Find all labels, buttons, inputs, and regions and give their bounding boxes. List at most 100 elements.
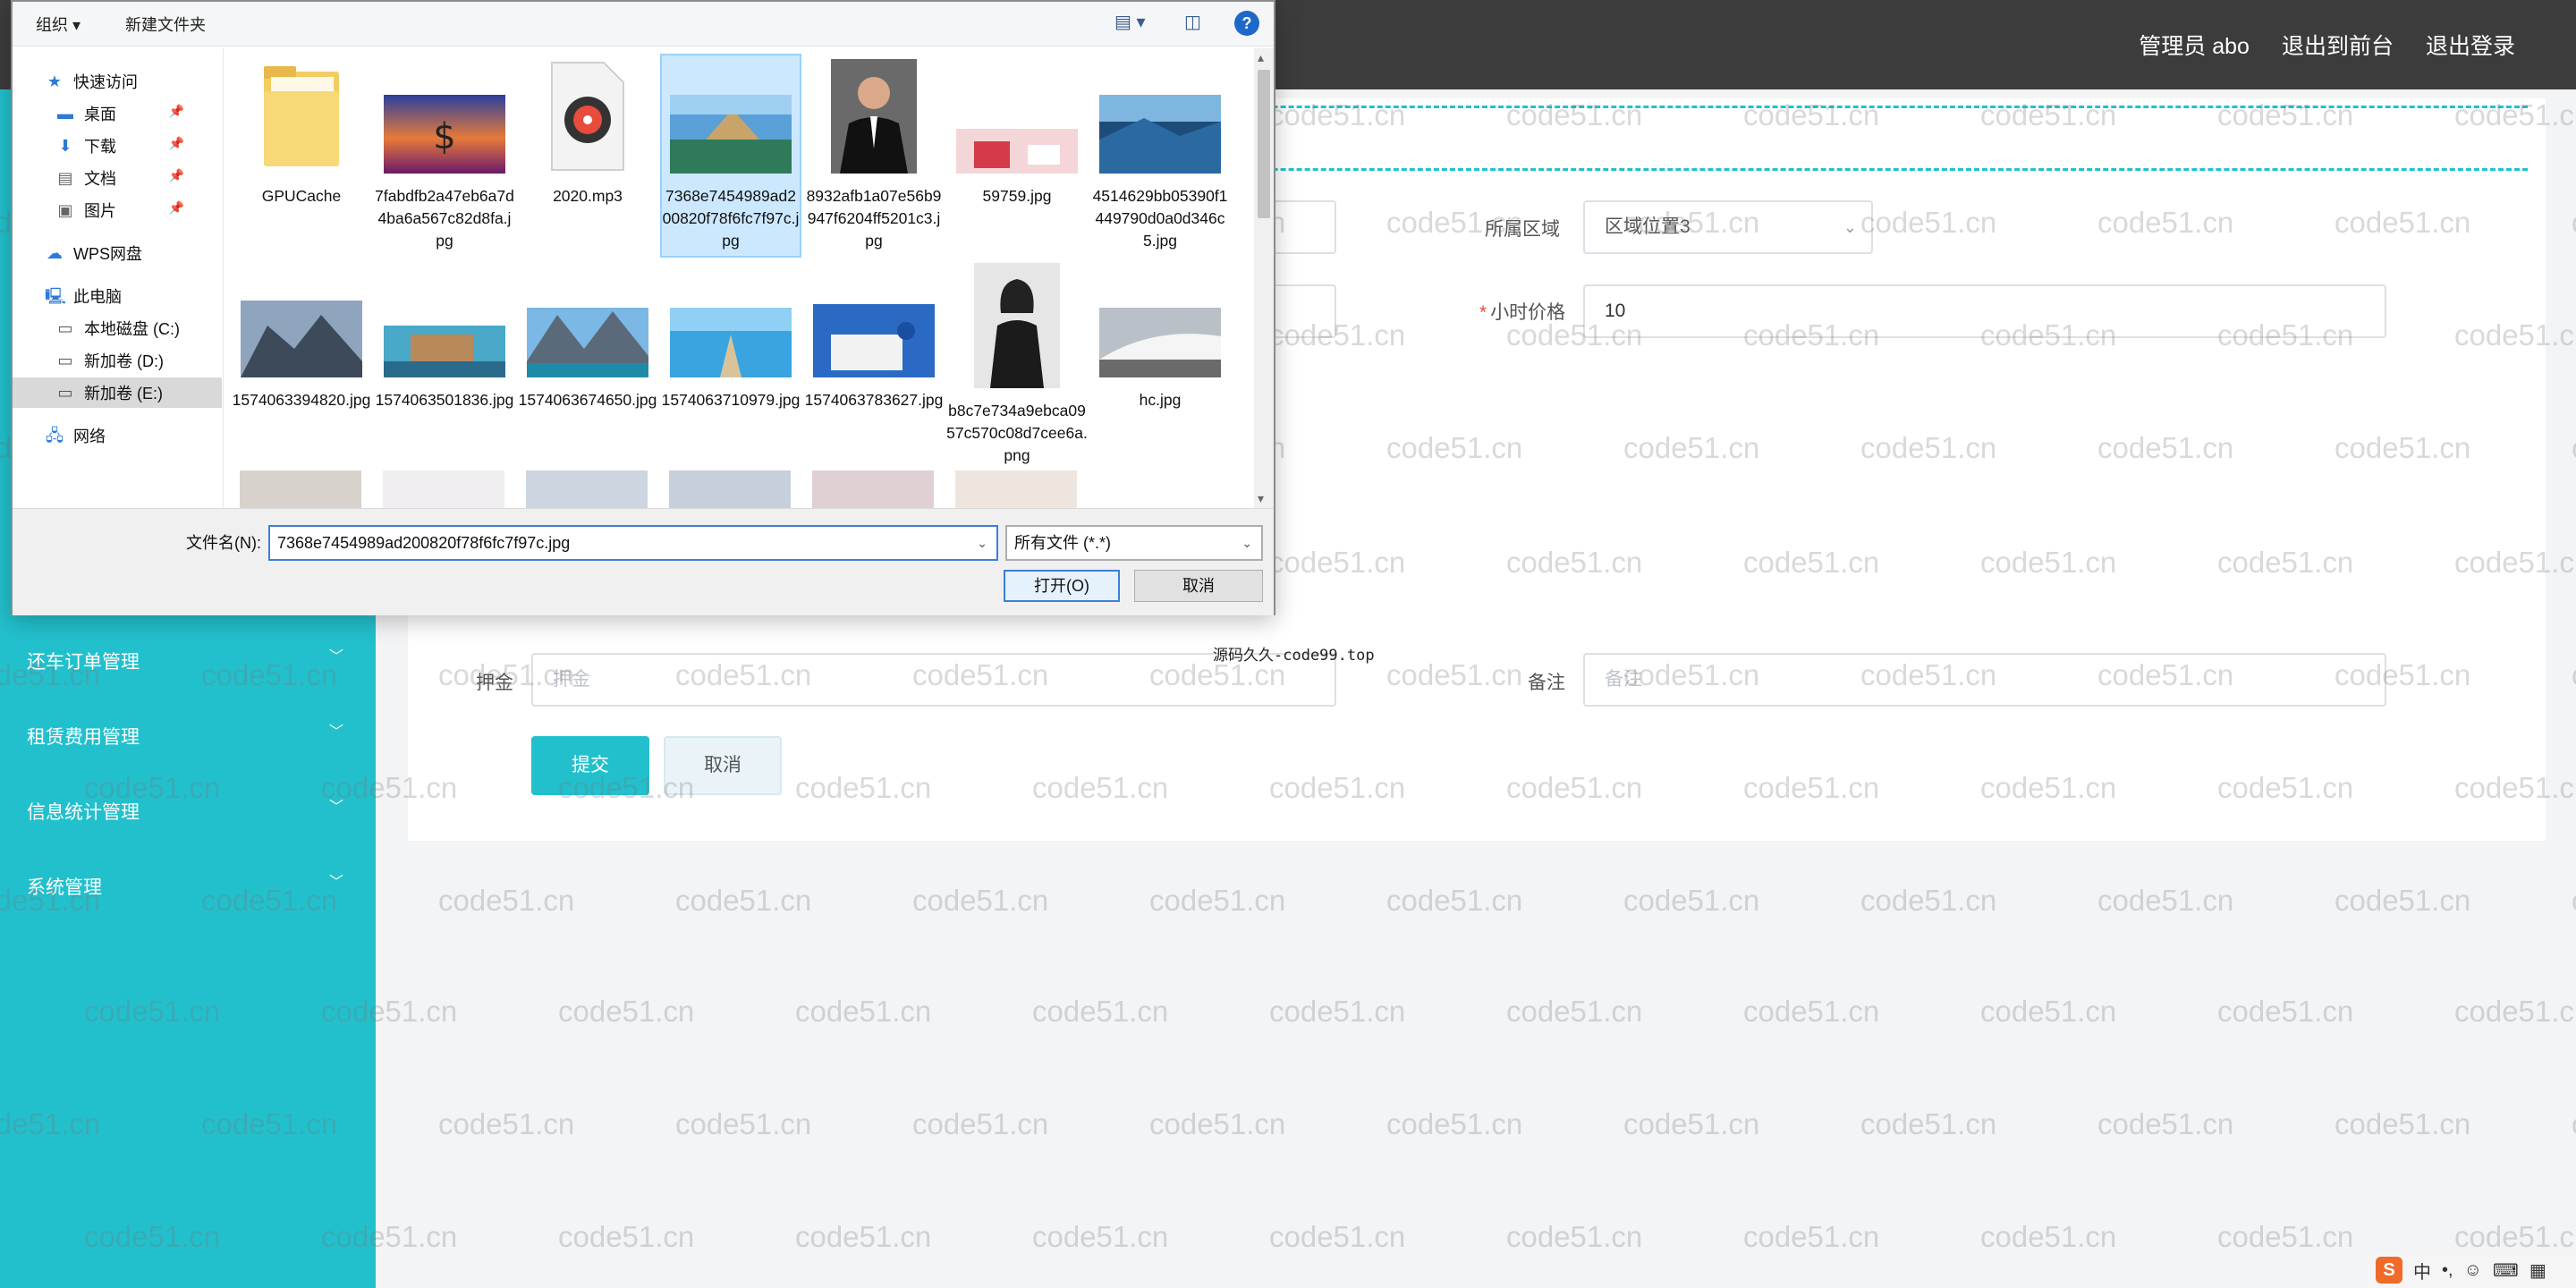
required-mark: * bbox=[1479, 302, 1487, 323]
exit-to-frontend-link[interactable]: 退出到前台 bbox=[2282, 29, 2394, 61]
nav-drive-c[interactable]: ▭ 本地磁盘 (C:) bbox=[55, 313, 180, 343]
image-thumbnail[interactable] bbox=[383, 470, 504, 508]
picture-icon: ▣ bbox=[57, 201, 73, 219]
file-item[interactable]: 59759.jpg bbox=[946, 59, 1088, 208]
sidebar-item-rental-fees[interactable]: 租赁费用管理 ﹀ bbox=[0, 699, 376, 775]
file-list-scrollbar[interactable]: ▴ ▾ bbox=[1254, 48, 1274, 508]
watermark-text: code51.cn bbox=[1506, 995, 1643, 1028]
filetype-select[interactable]: 所有文件 (*.*) ⌄ bbox=[1005, 525, 1263, 561]
watermark-text: code51.cn bbox=[912, 1107, 1049, 1140]
nav-documents[interactable]: ▤ 文档 📌 bbox=[55, 163, 184, 193]
file-item[interactable]: 1574063674650.jpg bbox=[517, 263, 658, 411]
watermark-text: code51.cn bbox=[2572, 1107, 2576, 1141]
grid-icon[interactable]: ▦ bbox=[2529, 1259, 2546, 1282]
sidebar-item-return-orders[interactable]: 还车订单管理 ﹀ bbox=[0, 624, 376, 699]
file-name: 1574063501836.jpg bbox=[375, 391, 514, 409]
filename-label: 文件名(N): bbox=[186, 534, 261, 552]
nav-drive-e[interactable]: ▭ 新加卷 (E:) bbox=[13, 377, 222, 408]
file-item[interactable]: GPUCache bbox=[231, 59, 372, 208]
file-item[interactable]: 1574063501836.jpg bbox=[374, 263, 515, 411]
dialog-cancel-button[interactable]: 取消 bbox=[1134, 570, 1263, 602]
image-thumbnail: $ bbox=[384, 95, 505, 174]
watermark-text: code51.cn bbox=[675, 1107, 812, 1140]
topbar-nav: 管理员 abo 退出到前台 退出登录 bbox=[2139, 29, 2515, 61]
nav-wps-cloud[interactable]: ☁ WPS网盘 bbox=[45, 238, 142, 268]
image-thumbnail bbox=[384, 326, 505, 377]
remark-label: 备注 bbox=[1528, 673, 1565, 693]
watermark-text: code51.cn bbox=[1386, 884, 1523, 917]
dialog-toolbar: 组织 ▾ 新建文件夹 ▤ ▾ ◫ ? bbox=[13, 2, 1274, 47]
emoji-icon[interactable]: ☺ bbox=[2464, 1260, 2482, 1281]
image-thumbnail[interactable] bbox=[669, 470, 791, 508]
file-name: 59759.jpg bbox=[982, 187, 1052, 205]
organize-button[interactable]: 组织 ▾ bbox=[36, 13, 80, 36]
nav-downloads[interactable]: ⬇ 下载 📌 bbox=[55, 131, 184, 161]
region-select-value: 区域位置3 bbox=[1605, 216, 1690, 237]
nav-this-pc[interactable]: 🖳 此电脑 bbox=[45, 281, 122, 311]
cancel-button[interactable]: 取消 bbox=[664, 736, 782, 795]
filename-input[interactable]: 7368e7454989ad200820f78f6fc7f97c.jpg ⌄ bbox=[268, 525, 998, 561]
submit-button[interactable]: 提交 bbox=[531, 736, 649, 795]
view-options-icon[interactable]: ▤ ▾ bbox=[1114, 11, 1146, 33]
image-thumbnail[interactable] bbox=[812, 470, 934, 508]
new-folder-button[interactable]: 新建文件夹 bbox=[125, 13, 206, 36]
remark-input[interactable]: 备注 bbox=[1583, 653, 2386, 707]
logout-link[interactable]: 退出登录 bbox=[2426, 29, 2515, 61]
file-item[interactable]: 8932afb1a07e56b9947f6204ff5201c3.jpg bbox=[803, 59, 945, 252]
open-button[interactable]: 打开(O) bbox=[1004, 570, 1120, 602]
watermark-text: code51.cn bbox=[2217, 995, 2354, 1028]
image-thumbnail[interactable] bbox=[240, 470, 361, 508]
ime-punctuation[interactable]: •, bbox=[2442, 1260, 2453, 1281]
watermark-text: code51.cn bbox=[1269, 995, 1406, 1028]
file-item[interactable]: $ 7fabdfb2a47eb6a7d4ba6a567c82d8fa.jpg bbox=[374, 59, 515, 252]
watermark-text: code51.cn bbox=[675, 884, 812, 917]
image-thumbnail[interactable] bbox=[955, 470, 1077, 508]
chevron-down-icon: ﹀ bbox=[328, 724, 343, 740]
preview-pane-icon[interactable]: ◫ bbox=[1184, 11, 1201, 33]
watermark-text: code51.cn bbox=[2454, 995, 2576, 1028]
dialog-footer: 文件名(N): 7368e7454989ad200820f78f6fc7f97c… bbox=[13, 508, 1274, 615]
sidebar-item-statistics[interactable]: 信息统计管理 ﹀ bbox=[0, 775, 376, 850]
nav-desktop[interactable]: ▬ 桌面 📌 bbox=[55, 98, 184, 129]
help-icon[interactable]: ? bbox=[1234, 11, 1259, 36]
pin-icon: 📌 bbox=[168, 168, 184, 182]
nav-network[interactable]: 🖧 网络 bbox=[45, 420, 106, 451]
watermark-text: code51.cn bbox=[1386, 1107, 1523, 1140]
sidebar-item-label: 租赁费用管理 bbox=[27, 727, 140, 748]
file-item[interactable]: 2020.mp3 bbox=[517, 59, 658, 208]
watermark-text: code51.cn bbox=[1860, 884, 1997, 917]
scroll-up-icon[interactable]: ▴ bbox=[1258, 50, 1264, 65]
image-thumbnail bbox=[527, 308, 648, 377]
file-item[interactable]: b8c7e734a9ebca0957c570c08d7cee6a.png bbox=[946, 263, 1088, 467]
scroll-down-icon[interactable]: ▾ bbox=[1258, 491, 1264, 506]
file-name: 4514629bb05390f1449790d0a0d346c5.jpg bbox=[1092, 187, 1228, 250]
network-icon: 🖧 bbox=[45, 427, 64, 445]
watermark-text: code51.cn bbox=[1149, 884, 1286, 917]
file-item-selected[interactable]: 7368e7454989ad200820f78f6fc7f97c.jpg bbox=[660, 54, 801, 258]
hourly-price-input[interactable]: 10 bbox=[1583, 284, 2386, 338]
document-icon: ▤ bbox=[57, 169, 73, 187]
file-item[interactable]: 1574063783627.jpg bbox=[803, 263, 945, 411]
sogou-ime-icon[interactable]: S bbox=[2376, 1257, 2402, 1284]
sidebar-item-system[interactable]: 系统管理 ﹀ bbox=[0, 850, 376, 925]
svg-text:$: $ bbox=[433, 116, 455, 157]
image-thumbnail[interactable] bbox=[526, 470, 648, 508]
chevron-down-icon[interactable]: ⌄ bbox=[977, 527, 987, 559]
nav-pictures[interactable]: ▣ 图片 📌 bbox=[55, 195, 184, 225]
drive-icon: ▭ bbox=[57, 319, 73, 337]
file-item[interactable]: 4514629bb05390f1449790d0a0d346c5.jpg bbox=[1089, 59, 1231, 252]
drive-icon: ▭ bbox=[57, 384, 73, 402]
nav-drive-d[interactable]: ▭ 新加卷 (D:) bbox=[55, 345, 164, 376]
watermark-text: code51.cn bbox=[1269, 1220, 1406, 1253]
ime-language[interactable]: 中 bbox=[2413, 1258, 2431, 1284]
region-select[interactable]: 区域位置3 ⌄ bbox=[1583, 200, 1873, 254]
keyboard-icon[interactable]: ⌨ bbox=[2493, 1259, 2519, 1282]
watermark-text: code51.cn bbox=[795, 995, 932, 1028]
file-item[interactable]: hc.jpg bbox=[1089, 263, 1231, 411]
hourly-price-label-text: 小时价格 bbox=[1490, 302, 1566, 323]
nav-quick-access[interactable]: ★ 快速访问 bbox=[45, 66, 138, 97]
file-item[interactable]: 1574063394820.jpg bbox=[231, 263, 372, 411]
file-item[interactable]: 1574063710979.jpg bbox=[660, 263, 801, 411]
image-thumbnail bbox=[1099, 95, 1221, 174]
scrollbar-thumb[interactable] bbox=[1258, 70, 1270, 218]
